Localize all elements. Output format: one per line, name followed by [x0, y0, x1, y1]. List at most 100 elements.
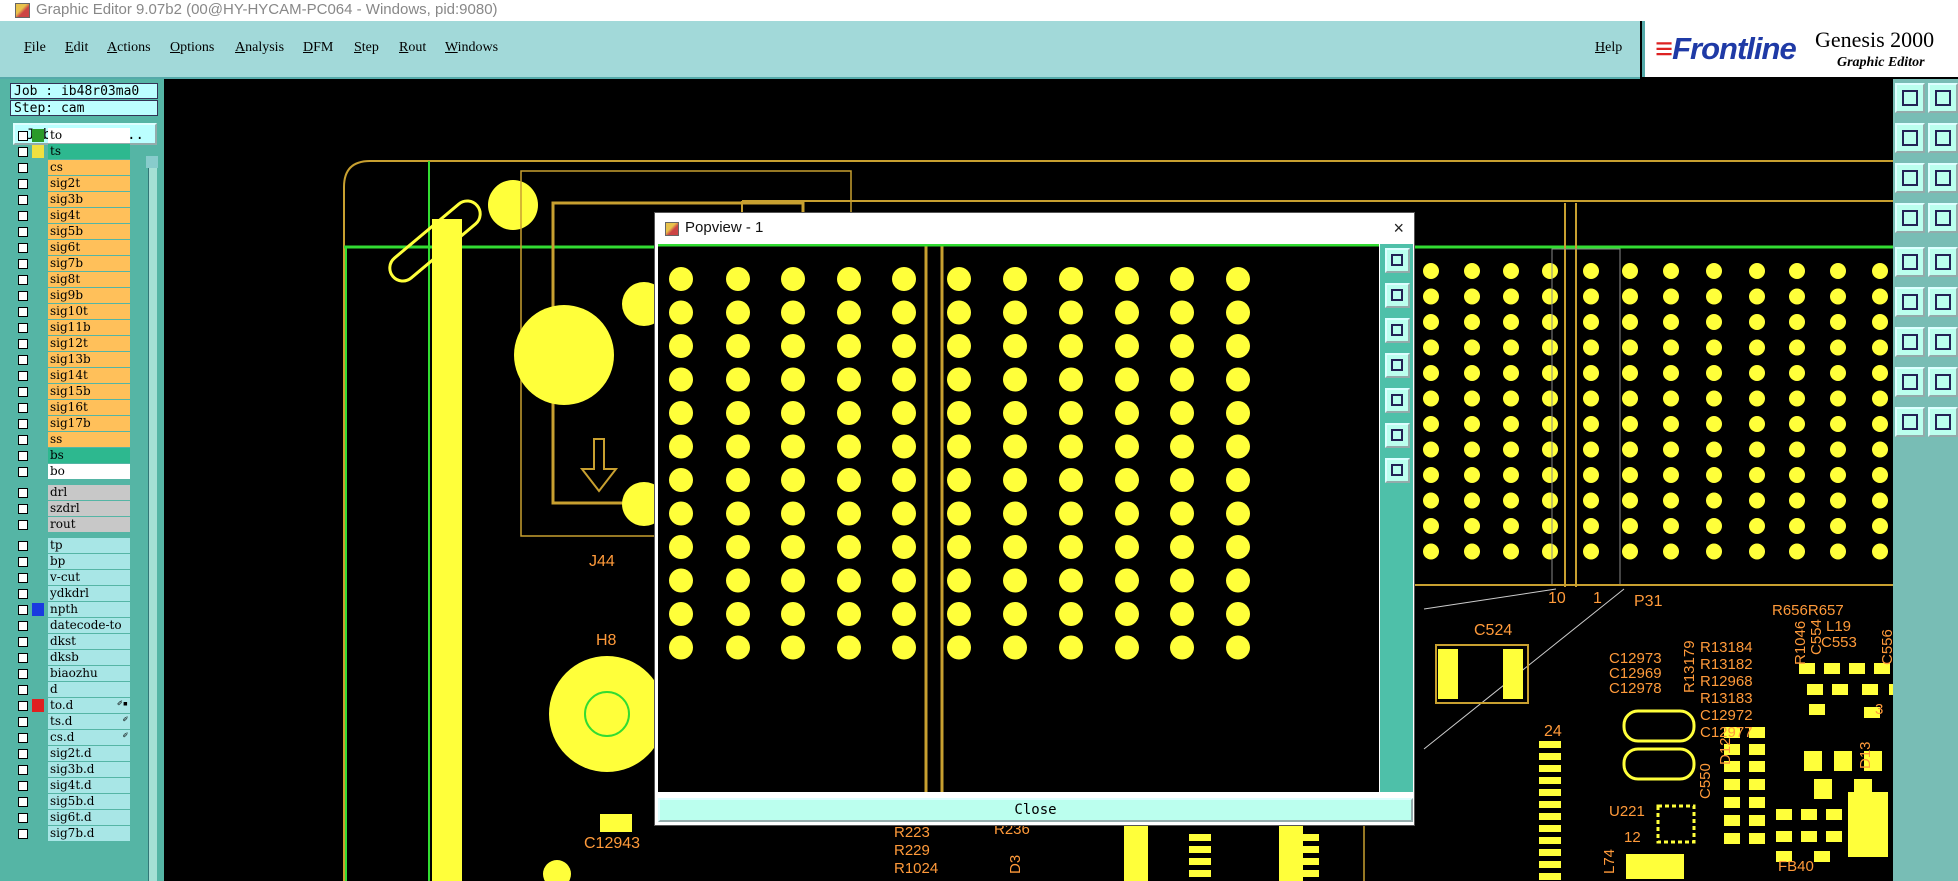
popview-fit-icon[interactable]: [1385, 353, 1410, 378]
menu-dfm[interactable]: DFM: [303, 40, 333, 56]
menu-edit[interactable]: Edit: [65, 40, 88, 56]
layer-checkbox[interactable]: [18, 669, 28, 679]
close-button[interactable]: Close: [658, 798, 1413, 822]
reference-icon-alt[interactable]: [1928, 367, 1958, 397]
network-icon[interactable]: [1895, 287, 1925, 317]
layer-row-sig15b[interactable]: sig15b: [14, 384, 130, 399]
layer-row-cs[interactable]: cs: [14, 160, 130, 175]
layer-row-sig3b-d[interactable]: sig3b.d: [14, 762, 130, 777]
layer-checkbox[interactable]: [18, 653, 28, 663]
layer-row-to-d[interactable]: to.d ✐▪: [14, 698, 130, 713]
layer-checkbox[interactable]: [18, 621, 28, 631]
layer-checkbox[interactable]: [18, 355, 28, 365]
layer-row-sig8t[interactable]: sig8t: [14, 272, 130, 287]
home-icon-alt[interactable]: [1928, 83, 1958, 113]
layer-checkbox[interactable]: [18, 557, 28, 567]
layer-checkbox[interactable]: [18, 589, 28, 599]
layer-row-sig13b[interactable]: sig13b: [14, 352, 130, 367]
layer-row-sig14t[interactable]: sig14t: [14, 368, 130, 383]
layer-checkbox[interactable]: [18, 291, 28, 301]
layer-row-ydkdrl[interactable]: ydkdrl: [14, 586, 130, 601]
popview-zoom-in-icon[interactable]: [1385, 248, 1410, 273]
home-icon[interactable]: [1895, 83, 1925, 113]
layer-checkbox[interactable]: [18, 259, 28, 269]
layer-checkbox[interactable]: [18, 488, 28, 498]
layer-checkbox[interactable]: [18, 323, 28, 333]
layer-checkbox[interactable]: [18, 504, 28, 514]
layer-row-ts[interactable]: ts: [14, 144, 130, 159]
menu-step[interactable]: Step: [354, 40, 379, 56]
layer-row-biaozhu[interactable]: biaozhu: [14, 666, 130, 681]
layer-checkbox[interactable]: [18, 813, 28, 823]
layer-row-bp[interactable]: bp: [14, 554, 130, 569]
measure-icon-alt[interactable]: [1928, 327, 1958, 357]
menu-help[interactable]: Help: [1595, 40, 1622, 56]
layer-checkbox[interactable]: [18, 733, 28, 743]
layer-row-sig4t-d[interactable]: sig4t.d: [14, 778, 130, 793]
layer-row-rout[interactable]: rout: [14, 517, 130, 532]
layer-checkbox[interactable]: [18, 685, 28, 695]
layer-row-sig2t[interactable]: sig2t: [14, 176, 130, 191]
layer-row-sig5b-d[interactable]: sig5b.d: [14, 794, 130, 809]
layer-row-ss[interactable]: ss: [14, 432, 130, 447]
layer-row-sig4t[interactable]: sig4t: [14, 208, 130, 223]
menu-windows[interactable]: Windows: [445, 40, 498, 56]
layer-checkbox[interactable]: [18, 781, 28, 791]
layer-checkbox[interactable]: [18, 211, 28, 221]
layer-checkbox[interactable]: [18, 717, 28, 727]
layer-row-sig16t[interactable]: sig16t: [14, 400, 130, 415]
layer-row-cs-d[interactable]: cs.d ✐: [14, 730, 130, 745]
layer-row-sig6t[interactable]: sig6t: [14, 240, 130, 255]
layer-row-sig10t[interactable]: sig10t: [14, 304, 130, 319]
scroll-up-arrow[interactable]: [146, 156, 158, 168]
layer-checkbox[interactable]: [18, 541, 28, 551]
layer-row-sig12t[interactable]: sig12t: [14, 336, 130, 351]
popview-zoom-out-icon[interactable]: [1385, 283, 1410, 308]
layer-row-datecode-to[interactable]: datecode-to: [14, 618, 130, 633]
popview-canvas[interactable]: [658, 244, 1379, 792]
menu-options[interactable]: Options: [170, 40, 214, 56]
layer-row-dksb[interactable]: dksb: [14, 650, 130, 665]
layer-checkbox[interactable]: [18, 451, 28, 461]
layer-checkbox[interactable]: [18, 435, 28, 445]
layer-row-bs[interactable]: bs: [14, 448, 130, 463]
fit-icon-alt[interactable]: [1928, 163, 1958, 193]
layer-row-tp[interactable]: tp: [14, 538, 130, 553]
pointer-icon[interactable]: [1895, 407, 1925, 437]
popview-refresh-icon[interactable]: [1385, 458, 1410, 483]
layer-checkbox[interactable]: [18, 797, 28, 807]
menu-actions[interactable]: Actions: [107, 40, 151, 56]
layer-checkbox[interactable]: [18, 195, 28, 205]
layer-checkbox[interactable]: [18, 147, 28, 157]
popview-crosshair-icon[interactable]: [1385, 423, 1410, 448]
layer-row-sig2t-d[interactable]: sig2t.d: [14, 746, 130, 761]
layer-checkbox[interactable]: [18, 637, 28, 647]
layer-checkbox[interactable]: [18, 573, 28, 583]
layer-checkbox[interactable]: [18, 307, 28, 317]
layer-row-sig17b[interactable]: sig17b: [14, 416, 130, 431]
layer-row-szdrl[interactable]: szdrl: [14, 501, 130, 516]
select-icon[interactable]: [1895, 247, 1925, 277]
menu-analysis[interactable]: Analysis: [235, 40, 284, 56]
popview-pan-icon[interactable]: [1385, 318, 1410, 343]
layer-row-d[interactable]: d: [14, 682, 130, 697]
layer-row-sig3b[interactable]: sig3b: [14, 192, 130, 207]
layer-row-sig11b[interactable]: sig11b: [14, 320, 130, 335]
layer-checkbox[interactable]: [18, 371, 28, 381]
layer-checkbox[interactable]: [18, 227, 28, 237]
select-icon-alt[interactable]: [1928, 247, 1958, 277]
layer-row-npth[interactable]: npth: [14, 602, 130, 617]
layer-row-v-cut[interactable]: v-cut: [14, 570, 130, 585]
layer-checkbox[interactable]: [18, 419, 28, 429]
layer-row-ts-d[interactable]: ts.d ✐: [14, 714, 130, 729]
layer-checkbox[interactable]: [18, 749, 28, 759]
network-icon-alt[interactable]: [1928, 287, 1958, 317]
menu-rout[interactable]: Rout: [399, 40, 426, 56]
zoom-in-icon[interactable]: [1895, 123, 1925, 153]
close-icon[interactable]: ×: [1393, 213, 1404, 243]
layer-checkbox[interactable]: [18, 605, 28, 615]
layer-checkbox[interactable]: [18, 701, 28, 711]
zoom-in-icon-alt[interactable]: [1928, 123, 1958, 153]
layer-row-sig7b-d[interactable]: sig7b.d: [14, 826, 130, 841]
pointer-icon-alt[interactable]: [1928, 407, 1958, 437]
